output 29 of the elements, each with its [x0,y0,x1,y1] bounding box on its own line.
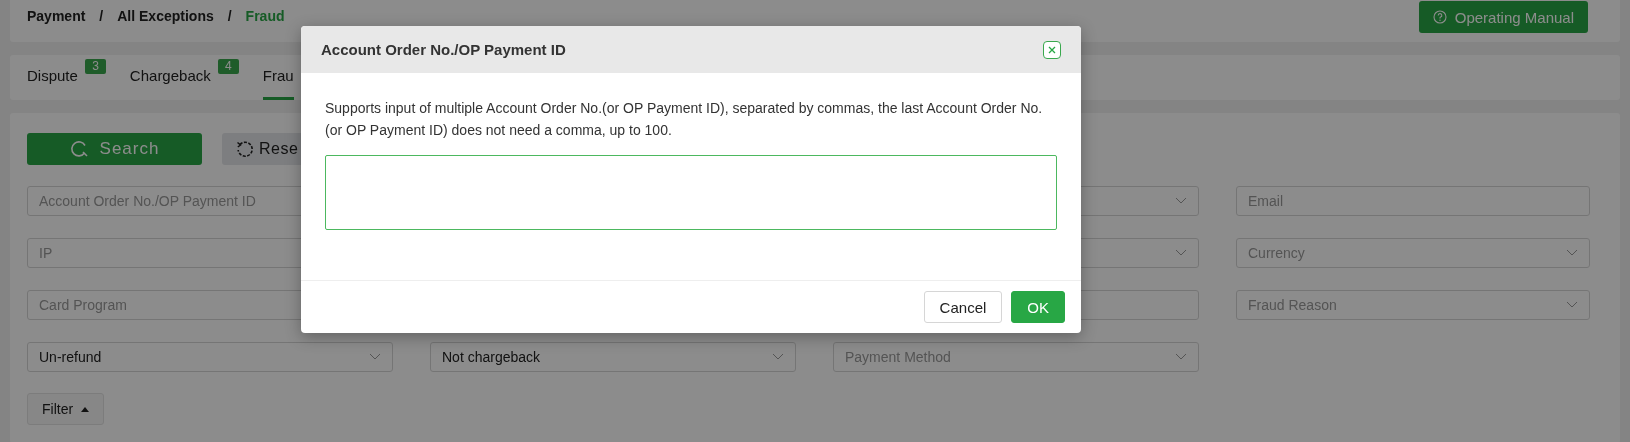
tab[interactable]: Dispute [27,67,78,100]
chevron-down-icon [1175,353,1187,361]
dropdown[interactable]: Not chargeback [430,342,796,372]
tab[interactable]: Chargeback [129,67,211,100]
chevron-down-icon [772,353,784,361]
ok-button[interactable]: OK [1011,291,1065,323]
input-field[interactable] [325,155,1057,230]
chevron-down-icon [1175,249,1187,257]
input-field[interactable]: Email [1236,186,1590,216]
reset-icon [236,140,254,158]
breadcrumb-separator: / [227,8,232,24]
dialog-message: Supports input of multiple Account Order No.(or OP Payment ID), separated by commas, the last Account Order No.(or OP Payment ID) does not need a comma, up to 100. [325,99,1044,140]
chevron-down-icon [1566,249,1578,257]
help-icon [1432,10,1447,24]
count-badge: 4 [218,59,239,74]
tab[interactable]: Frau [262,67,294,100]
breadcrumb-separator: / [99,8,104,24]
breadcrumb-link[interactable]: Payment [27,8,86,24]
breadcrumb-link[interactable]: All Exceptions [117,8,214,24]
chevron-down-icon [1566,301,1578,309]
chevron-down-icon [369,353,381,361]
dropdown[interactable]: Un-refund [27,342,393,372]
dialog-title: Account Order No./OP Payment ID [321,41,566,58]
chevron-down-icon [1175,197,1187,205]
count-badge: 3 [85,59,106,74]
cancel-button[interactable]: Cancel [923,291,1003,323]
filter-button[interactable]: Filter [27,393,105,425]
search-icon [69,139,90,159]
close-button[interactable] [1043,40,1061,59]
